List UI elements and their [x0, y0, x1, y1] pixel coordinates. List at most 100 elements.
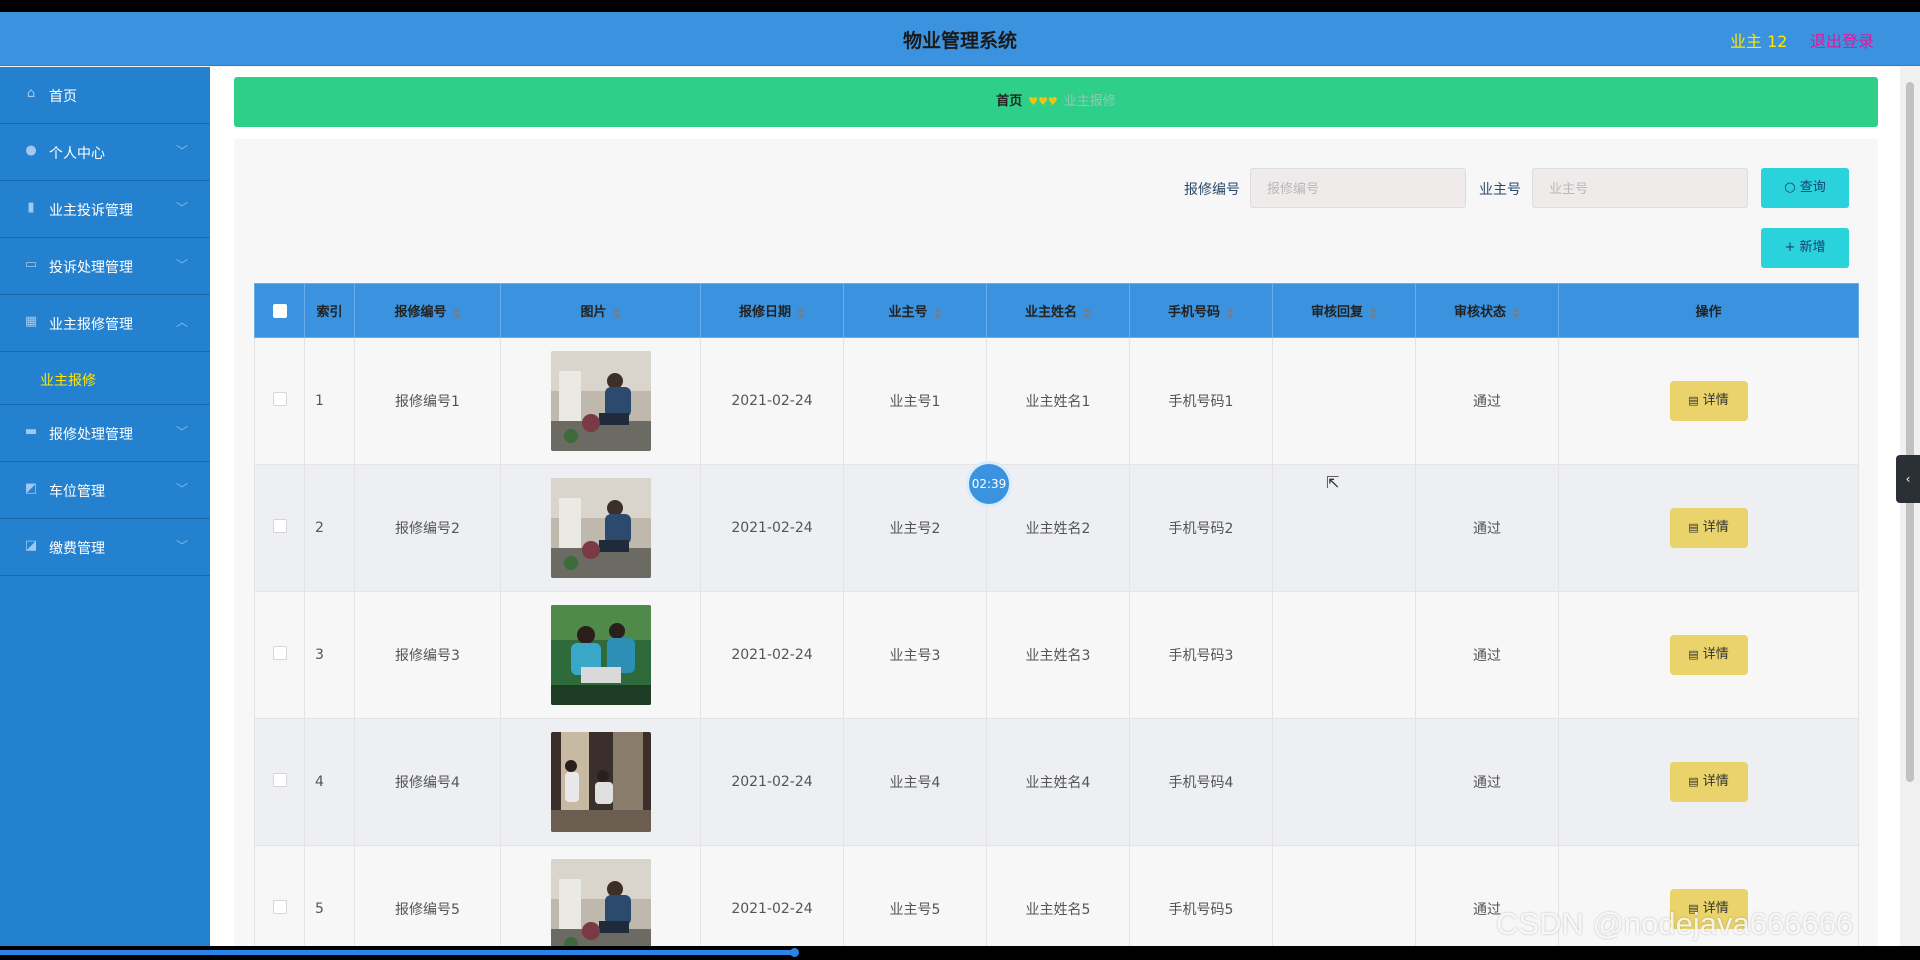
repair-photo[interactable]	[550, 732, 651, 832]
column-header-sortable[interactable]: 审核回复	[1272, 283, 1416, 338]
monitor-icon: ▬	[24, 424, 38, 439]
detail-button[interactable]: ▤ 详情	[1669, 762, 1748, 802]
row-select-cell[interactable]	[254, 591, 305, 719]
wallet-icon: ◪	[24, 538, 38, 553]
sidebar-item-payment-mgmt[interactable]: ◪ 缴费管理 ﹀	[0, 519, 210, 576]
chart-icon: ◩	[24, 481, 38, 496]
breadcrumb-home[interactable]: 首页	[996, 94, 1022, 109]
column-header-sortable[interactable]: 图片	[500, 283, 701, 338]
sidebar-item-repair-handling[interactable]: ▬ 报修处理管理 ﹀	[0, 405, 210, 462]
sidebar-item-repair-mgmt[interactable]: ▦ 业主报修管理 ︿	[0, 295, 210, 352]
sort-icon[interactable]	[797, 306, 805, 319]
sidebar-item-label: 报修处理管理	[49, 427, 133, 443]
reply-cell	[1272, 464, 1416, 592]
row-checkbox[interactable]	[272, 519, 287, 533]
phone-cell: 手机号码2	[1129, 464, 1273, 592]
action-cell: ▤ 详情	[1558, 718, 1859, 846]
scrollbar-thumb[interactable]	[1906, 82, 1914, 782]
select-all-header[interactable]	[254, 283, 305, 338]
sort-icon[interactable]	[1512, 306, 1520, 319]
row-checkbox[interactable]	[272, 773, 287, 787]
row-select-cell[interactable]	[254, 718, 305, 846]
content-panel: 报修编号 业主号 ○ 查询 + 新增 索引	[234, 139, 1878, 946]
owner-no-cell: 业主号3	[843, 591, 987, 719]
sidebar-subitem-label: 业主报修	[40, 373, 96, 389]
owner-name-cell: 业主姓名3	[986, 591, 1130, 719]
owner-name-cell: 业主姓名4	[986, 718, 1130, 846]
row-checkbox[interactable]	[272, 392, 287, 406]
reply-cell	[1272, 337, 1416, 465]
detail-button[interactable]: ▤ 详情	[1669, 381, 1748, 421]
sort-icon[interactable]	[1369, 306, 1377, 319]
sidebar-item-personal-center[interactable]: ● 个人中心 ﹀	[0, 124, 210, 181]
owner-no-cell: 业主号1	[843, 337, 987, 465]
detail-button[interactable]: ▤ 详情	[1669, 508, 1748, 548]
row-checkbox[interactable]	[272, 646, 287, 660]
row-checkbox[interactable]	[272, 900, 287, 914]
repair-no-label: 报修编号	[1184, 182, 1240, 198]
date-cell: 2021-02-24	[700, 337, 844, 465]
column-header-label: 业主号	[888, 305, 928, 320]
sidebar-item-label: 业主投诉管理	[49, 203, 133, 219]
phone-cell: 手机号码3	[1129, 591, 1273, 719]
owner-no-label: 业主号	[1479, 182, 1521, 198]
sidebar-subitem-owner-repair[interactable]: 业主报修	[0, 352, 210, 405]
collapse-panel-tab[interactable]: ‹	[1896, 455, 1920, 503]
video-progress-knob[interactable]	[790, 948, 799, 957]
sidebar-item-complaint-handling[interactable]: ▭ 投诉处理管理 ﹀	[0, 238, 210, 295]
sidebar-item-home[interactable]: ⌂ 首页	[0, 67, 210, 124]
chevron-down-icon: ﹀	[176, 201, 189, 215]
sidebar-item-complaint-mgmt[interactable]: ▮ 业主投诉管理 ﹀	[0, 181, 210, 238]
query-button[interactable]: ○ 查询	[1761, 168, 1849, 208]
row-select-cell[interactable]	[254, 845, 305, 946]
sort-icon[interactable]	[1083, 306, 1091, 319]
document-icon: ▤	[1688, 775, 1699, 788]
owner-no-cell: 业主号5	[843, 845, 987, 946]
index-cell: 1	[304, 337, 355, 465]
column-header-sortable[interactable]: 业主号	[843, 283, 987, 338]
column-header-label: 操作	[1695, 305, 1722, 320]
logout-link[interactable]: 退出登录	[1810, 28, 1874, 52]
query-button-label: 查询	[1799, 180, 1826, 195]
column-header-sortable[interactable]: 报修编号	[354, 283, 501, 338]
row-select-cell[interactable]	[254, 337, 305, 465]
sidebar-item-label: 投诉处理管理	[49, 260, 133, 276]
reply-cell	[1272, 845, 1416, 946]
index-cell: 5	[304, 845, 355, 946]
repair-photo[interactable]	[550, 605, 651, 705]
column-header-sortable[interactable]: 审核状态	[1415, 283, 1559, 338]
detail-button-label: 详情	[1702, 774, 1729, 789]
add-button-label: 新增	[1799, 240, 1826, 255]
detail-button-label: 详情	[1702, 393, 1729, 408]
search-icon: ○	[1784, 180, 1800, 195]
select-all-checkbox[interactable]	[272, 303, 287, 318]
sort-icon[interactable]	[612, 306, 621, 319]
repair-photo[interactable]	[550, 478, 651, 578]
chevron-up-icon: ︿	[176, 315, 189, 329]
column-header: 索引	[304, 283, 355, 338]
detail-button[interactable]: ▤ 详情	[1669, 635, 1748, 675]
add-button[interactable]: + 新增	[1761, 228, 1849, 268]
app-title: 物业管理系统	[902, 30, 1017, 52]
sidebar: ⌂ 首页 ● 个人中心 ﹀ ▮ 业主投诉管理 ﹀ ▭ 投诉处理管理 ﹀ ▦ 业主…	[0, 67, 210, 946]
column-header-sortable[interactable]: 报修日期	[700, 283, 844, 338]
breadcrumb: 首页 ♥♥♥ 业主报修	[234, 77, 1878, 127]
table-row: 4 报修编号4 2021-02-24 业主号4 业主姓名4 手机号码4 通过 ▤…	[254, 718, 1859, 846]
sidebar-item-label: 缴费管理	[49, 541, 105, 557]
column-header-sortable[interactable]: 业主姓名	[986, 283, 1130, 338]
sidebar-item-parking-mgmt[interactable]: ◩ 车位管理 ﹀	[0, 462, 210, 519]
repair-no-input[interactable]	[1250, 168, 1466, 208]
sort-icon[interactable]	[933, 306, 942, 319]
column-header-sortable[interactable]: 手机号码	[1129, 283, 1273, 338]
sort-icon[interactable]	[452, 306, 461, 319]
sort-icon[interactable]	[1226, 306, 1234, 319]
owner-no-input[interactable]	[1532, 168, 1748, 208]
column-header-label: 报修编号	[394, 305, 447, 320]
message-icon: ▭	[24, 257, 38, 272]
image-cell	[500, 845, 701, 946]
repair-photo[interactable]	[550, 859, 651, 946]
repair-photo[interactable]	[550, 351, 651, 451]
current-user-label: 业主 12	[1730, 32, 1788, 51]
main-area: 首页 ♥♥♥ 业主报修 报修编号 业主号 ○ 查询 + 新增	[210, 67, 1900, 946]
row-select-cell[interactable]	[254, 464, 305, 592]
